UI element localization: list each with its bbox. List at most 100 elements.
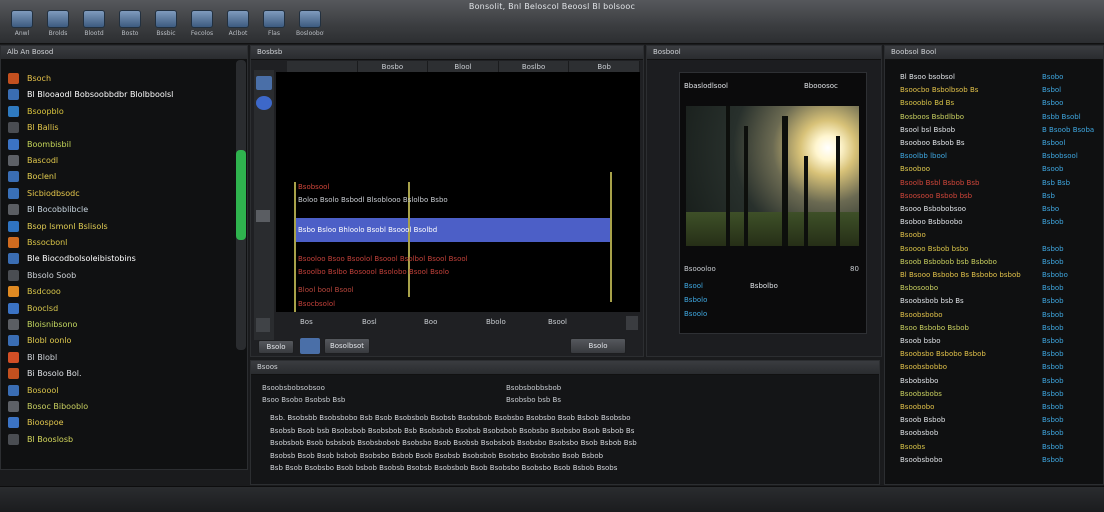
viewer-left-button[interactable]: Bsolo — [258, 340, 294, 354]
property-key: Bsoboo Bsbboobo — [900, 218, 963, 227]
timeline-row[interactable]: Bsobsbob Bsob bsbsbob Bsobsbobob Bsobsbo… — [270, 439, 637, 451]
library-item[interactable]: Bloisnibsono — [8, 318, 77, 331]
library-item[interactable]: Boombisbil — [8, 138, 71, 151]
property-row[interactable]: Bsoboo Bsbboobo Bsbob — [900, 218, 1100, 230]
toolbar-button-label: Anwl — [14, 30, 30, 37]
library-item[interactable]: Bl Booslosb — [8, 433, 73, 446]
property-row[interactable]: Bsbosoobo Bsbob — [900, 284, 1100, 296]
image-icon[interactable] — [300, 338, 320, 354]
library-item[interactable]: Ble Biocodbolsoleibistobins — [8, 252, 136, 265]
timeline-row[interactable]: Bsb Bsob Bsobsbo Bsob bsbob Bsobsb Bsobs… — [270, 464, 617, 476]
viewer-right-button[interactable]: Bsolo — [570, 338, 626, 354]
list-icon[interactable] — [256, 318, 270, 332]
image-tree — [726, 106, 730, 246]
library-item-label: Bioospoe — [27, 418, 64, 428]
toolbar-button[interactable]: Aclbot — [224, 10, 252, 40]
library-item[interactable]: Bl Blobl — [8, 351, 57, 364]
timecode-label: Bosl — [362, 318, 377, 326]
library-item[interactable]: Bioospoe — [8, 416, 64, 429]
property-row[interactable]: Bsoosooo Bsbob bsb Bsb — [900, 192, 1100, 204]
layer-icon[interactable] — [256, 210, 270, 222]
property-row[interactable]: Bsoobobo Bsbob — [900, 403, 1100, 415]
property-row[interactable]: Bsoobsbob bsb Bs Bsbob — [900, 297, 1100, 309]
resize-icon[interactable] — [626, 316, 638, 330]
preview-image[interactable] — [686, 106, 859, 246]
property-row[interactable]: Bsooo Bsbobobsoo Bsbo — [900, 205, 1100, 217]
library-item-label: Bloisnibsono — [27, 320, 78, 329]
playhead-left — [294, 182, 296, 312]
library-item[interactable]: Bi Bosolo Bol. — [8, 367, 82, 380]
inspector-row-label: Bsbolo — [684, 296, 708, 304]
property-row[interactable]: Bsbobsbbo Bsbob — [900, 377, 1100, 389]
toolbar-button-label: Bssbic — [156, 30, 176, 37]
property-key: Bsooboo — [900, 165, 931, 174]
property-row[interactable]: Bsooboo Bsoob — [900, 165, 1100, 177]
property-row[interactable]: Bsoobsbobo Bsbob — [900, 311, 1100, 323]
library-item[interactable]: Bosoc Bibooblo — [8, 400, 88, 413]
timeline-header-left: Bsoobsbobsobsoo — [262, 384, 325, 392]
property-row[interactable]: Bsoooo Bsbob bsbo Bsbob — [900, 245, 1100, 257]
cloud-icon — [11, 10, 33, 28]
home-icon[interactable] — [256, 76, 272, 90]
library-item[interactable]: Bsoch — [8, 72, 51, 85]
property-row[interactable]: Bl Bsoo bsobsol Bsobo — [900, 73, 1100, 85]
library-item[interactable]: Sicbiodbsodc — [8, 187, 80, 200]
library-item[interactable]: Bbsolo Soob — [8, 269, 76, 282]
property-value: Bsbob — [1042, 455, 1064, 464]
library-item[interactable]: Bl Blooaodl Bobsoobbdbr Blolbboolsl — [8, 88, 173, 101]
property-row[interactable]: Bl Bsooo Bsbobo Bs Bsbobo bsbob Bsbobo — [900, 271, 1100, 283]
property-row[interactable]: Bsoobsbobs Bsbob — [900, 390, 1100, 402]
property-row[interactable]: Bosboos Bsbdlbbo Bsbb Bsobl — [900, 113, 1100, 125]
property-row[interactable]: Bsoobsbobo Bsbob — [900, 456, 1100, 468]
library-item[interactable]: Bascodl — [8, 154, 58, 167]
property-row[interactable]: Bsoolb Bsbl Bsbob Bsb Bsb Bsb — [900, 179, 1100, 191]
library-item[interactable]: Bsoopblo — [8, 105, 64, 118]
timeline-row[interactable]: Bsb. Bsobsbb Bsobsbobo Bsb Bsob Bsobsbob… — [270, 414, 631, 426]
property-value: Bsbool — [1042, 139, 1066, 147]
toolbar-button[interactable]: Flas — [260, 10, 288, 40]
property-row[interactable]: Bsoob bsbo Bsbob — [900, 337, 1100, 349]
viewer-action-button[interactable]: Bosolbsot — [324, 338, 370, 354]
timeline-row[interactable]: Bsobsb Bsob Bsob bsbob Bsobsbo Bsbob Bso… — [270, 452, 603, 464]
library-item[interactable]: Bl Ballis — [8, 121, 58, 134]
property-row[interactable]: Bsool bsl Bsbob B Bsoob Bsoba — [900, 126, 1100, 138]
library-item[interactable]: Bssocbonl — [8, 236, 67, 249]
property-row[interactable]: Bsoobsbobbo Bsbob — [900, 363, 1100, 375]
timeline-row[interactable]: Bsobsb Bsob bsb Bsobsbob Bsobsbob Bsb Bs… — [270, 427, 634, 439]
property-key: Bsoobsbobo — [900, 455, 943, 464]
toolbar-button[interactable]: Blootd — [80, 10, 108, 40]
property-value: Bsbob — [1042, 363, 1064, 372]
toolbar-button[interactable]: Brolds — [44, 10, 72, 40]
viewer-canvas[interactable] — [276, 72, 640, 312]
toolbar-button[interactable]: Bssbic — [152, 10, 180, 40]
property-row[interactable]: Bsoooblo Bd Bs Bsboo — [900, 99, 1100, 111]
library-item-label: Bl Bocobblibcle — [27, 205, 89, 215]
library-item[interactable]: Booclsd — [8, 302, 58, 315]
toolbar-button[interactable]: Bosto — [116, 10, 144, 40]
property-row[interactable]: Bsoobsbo Bsbobo Bsbob Bsbob — [900, 350, 1100, 362]
library-item[interactable]: Bsdcooo — [8, 285, 61, 298]
property-row[interactable]: Bsoocbo Bsbolbsob Bs Bsbol — [900, 86, 1100, 98]
library-scroll-thumb[interactable] — [236, 150, 246, 240]
library-item[interactable]: Bl Bocobblibcle — [8, 203, 88, 216]
property-row[interactable]: Bsoo Bsbobo Bsbob Bsbob — [900, 324, 1100, 336]
toolbar-button[interactable]: Bosloobot — [296, 10, 324, 40]
globe-icon[interactable] — [256, 96, 272, 110]
library-item[interactable]: Bosoool — [8, 384, 58, 397]
property-row[interactable]: Bsoobo — [900, 231, 1100, 243]
property-row[interactable]: Bsoobs Bsbob — [900, 443, 1100, 455]
property-row[interactable]: Bsoobsbob Bsbob — [900, 429, 1100, 441]
toolbar-button[interactable]: Anwl — [8, 10, 36, 40]
property-row[interactable]: Bsoob Bsbob Bsbob — [900, 416, 1100, 428]
file-icon — [8, 384, 19, 396]
property-row[interactable]: Bsooboo Bsbob Bs Bsbool — [900, 139, 1100, 151]
library-item[interactable]: Blobl oonlo — [8, 334, 71, 347]
property-value: Bsbob — [1042, 297, 1064, 306]
property-row[interactable]: Bsoolbb lbool Bsbobsool — [900, 152, 1100, 164]
property-row[interactable]: Bsoob Bsbobob bsb Bsbobo Bsbob — [900, 258, 1100, 270]
toolbar-button[interactable]: Fecolos — [188, 10, 216, 40]
library-item[interactable]: Boclenl — [8, 170, 56, 183]
property-key: Bsooboo Bsbob Bs — [900, 139, 965, 147]
property-key: Bsoobsbobbo — [900, 363, 948, 372]
library-item[interactable]: Bsop lsmonl Bslisols — [8, 220, 108, 233]
